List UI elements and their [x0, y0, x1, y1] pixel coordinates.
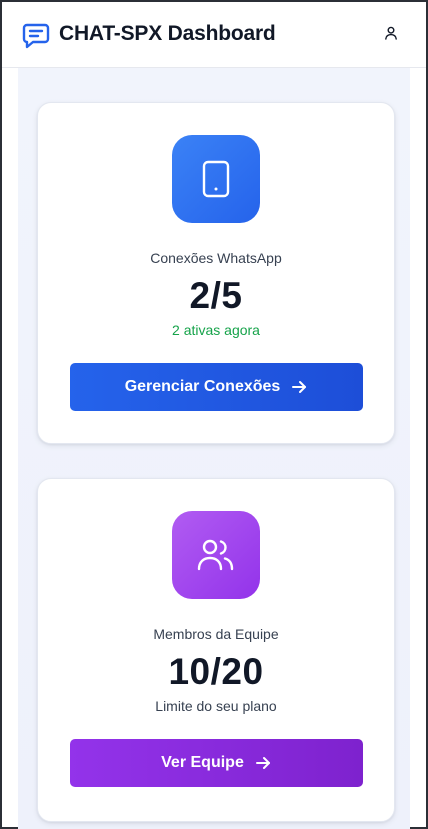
- view-team-button[interactable]: Ver Equipe: [70, 739, 363, 787]
- team-members-card: Membros da Equipe 10/20 Limite do seu pl…: [37, 478, 395, 822]
- card-value: 10/20: [168, 651, 264, 692]
- whatsapp-connections-card: Conexões WhatsApp 2/5 2 ativas agora Ger…: [37, 102, 395, 444]
- button-label: Gerenciar Conexões: [124, 378, 281, 395]
- card-status-text: Limite do seu plano: [155, 698, 277, 714]
- app-header: CHAT-SPX Dashboard: [2, 2, 426, 68]
- arrow-right-icon: [254, 754, 272, 772]
- card-status-text: 2 ativas agora: [172, 322, 260, 338]
- arrow-right-icon: [290, 378, 308, 396]
- app-title: CHAT-SPX Dashboard: [59, 22, 276, 45]
- users-icon: [172, 511, 260, 599]
- dashboard-content: Conexões WhatsApp 2/5 2 ativas agora Ger…: [18, 68, 410, 829]
- card-value: 2/5: [189, 275, 243, 316]
- smartphone-icon: [172, 135, 260, 223]
- profile-button[interactable]: [381, 25, 401, 45]
- card-label: Membros da Equipe: [153, 626, 279, 642]
- chat-bubble-icon: [21, 21, 51, 51]
- manage-connections-button[interactable]: Gerenciar Conexões: [70, 363, 363, 411]
- card-label: Conexões WhatsApp: [150, 250, 282, 266]
- user-icon: [384, 26, 398, 45]
- button-label: Ver Equipe: [161, 754, 244, 771]
